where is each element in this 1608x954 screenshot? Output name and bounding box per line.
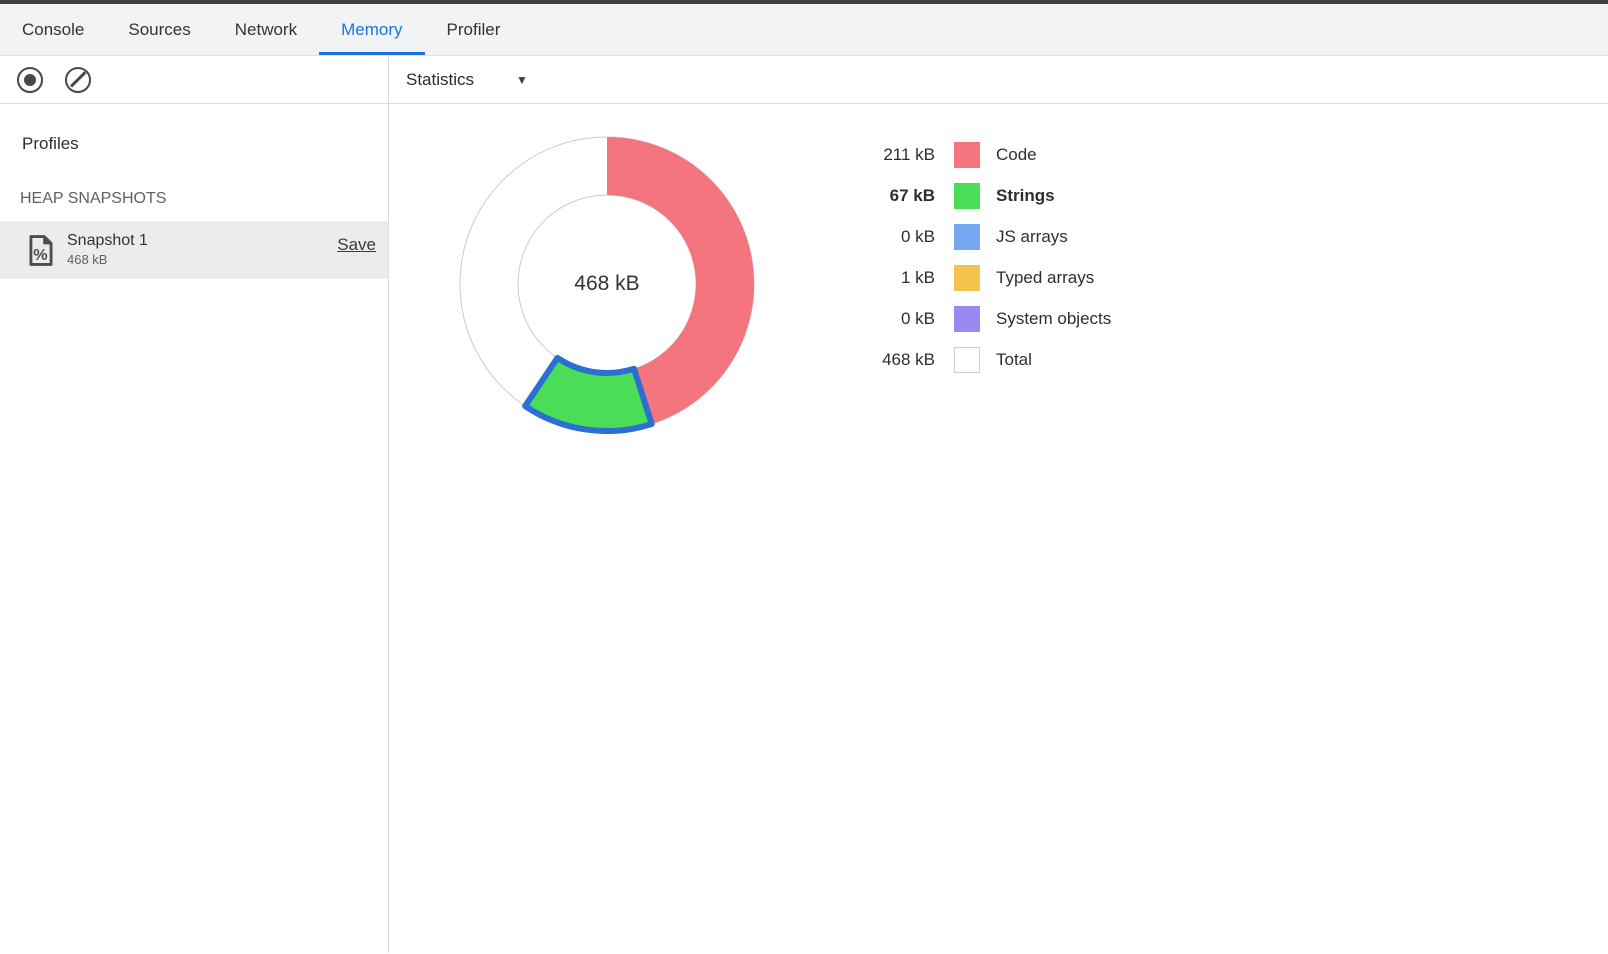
snapshot-size: 468 kB — [67, 253, 148, 268]
snapshot-list-item[interactable]: % Snapshot 1 468 kB Save — [0, 221, 388, 279]
legend-swatch-icon — [954, 142, 980, 168]
sidebar-title: Profiles — [22, 134, 388, 154]
devtools-tabbar: ConsoleSourcesNetworkMemoryProfiler — [0, 4, 1608, 56]
perspective-select[interactable]: Statistics ▼ — [406, 70, 528, 90]
perspective-select-value: Statistics — [406, 70, 474, 90]
legend-swatch-icon — [954, 265, 980, 291]
donut-ring-outline — [518, 195, 696, 373]
legend-swatch-icon — [954, 183, 980, 209]
svg-text:%: % — [33, 245, 47, 263]
legend-value: 0 kB — [859, 309, 935, 329]
legend-row-strings[interactable]: 67 kB Strings — [859, 183, 1111, 209]
legend-value: 211 kB — [859, 145, 935, 165]
panel-content: Profiles HEAP SNAPSHOTS % Snapshot 1 468… — [0, 104, 1608, 953]
record-heap-snapshot-icon[interactable] — [17, 67, 43, 93]
legend-value: 1 kB — [859, 268, 935, 288]
snapshot-name: Snapshot 1 — [67, 232, 148, 250]
tab-profiler[interactable]: Profiler — [425, 4, 523, 55]
legend-label: Code — [996, 145, 1037, 165]
statistics-view: 468 kB 211 kB Code 67 kB Strings 0 kB JS arra… — [389, 104, 1608, 953]
tab-console[interactable]: Console — [0, 4, 106, 55]
legend-row-code[interactable]: 211 kB Code — [859, 142, 1111, 168]
heap-snapshot-file-icon: % — [28, 235, 54, 266]
chart-legend: 211 kB Code 67 kB Strings 0 kB JS arrays 1 kB T… — [859, 142, 1111, 373]
legend-value: 67 kB — [859, 186, 935, 206]
legend-value: 0 kB — [859, 227, 935, 247]
legend-label: Typed arrays — [996, 268, 1094, 288]
panel-toolbar: Statistics ▼ — [0, 56, 1608, 104]
heap-snapshots-section-label: HEAP SNAPSHOTS — [20, 190, 388, 208]
legend-value: 468 kB — [859, 350, 935, 370]
legend-label: Strings — [996, 186, 1055, 206]
tab-network[interactable]: Network — [213, 4, 319, 55]
tab-memory[interactable]: Memory — [319, 4, 424, 55]
legend-label: System objects — [996, 309, 1111, 329]
legend-row-total[interactable]: 468 kB Total — [859, 347, 1111, 373]
profiles-sidebar: Profiles HEAP SNAPSHOTS % Snapshot 1 468… — [0, 104, 389, 953]
legend-label: Total — [996, 350, 1032, 370]
donut-svg — [457, 134, 757, 434]
legend-row-js-arrays[interactable]: 0 kB JS arrays — [859, 224, 1111, 250]
legend-row-system-objects[interactable]: 0 kB System objects — [859, 306, 1111, 332]
snapshot-text: Snapshot 1 468 kB — [67, 232, 148, 267]
heap-donut-chart: 468 kB — [457, 134, 757, 434]
legend-row-typed-arrays[interactable]: 1 kB Typed arrays — [859, 265, 1111, 291]
donut-slice-strings[interactable] — [525, 358, 652, 431]
legend-swatch-icon — [954, 224, 980, 250]
view-toolbar: Statistics ▼ — [389, 56, 1608, 103]
chevron-down-icon: ▼ — [516, 73, 528, 87]
tab-sources[interactable]: Sources — [106, 4, 212, 55]
legend-swatch-icon — [954, 347, 980, 373]
legend-label: JS arrays — [996, 227, 1068, 247]
clear-profiles-icon[interactable] — [65, 67, 91, 93]
legend-swatch-icon — [954, 306, 980, 332]
profiles-toolbar — [0, 56, 389, 103]
save-snapshot-link[interactable]: Save — [337, 235, 376, 255]
